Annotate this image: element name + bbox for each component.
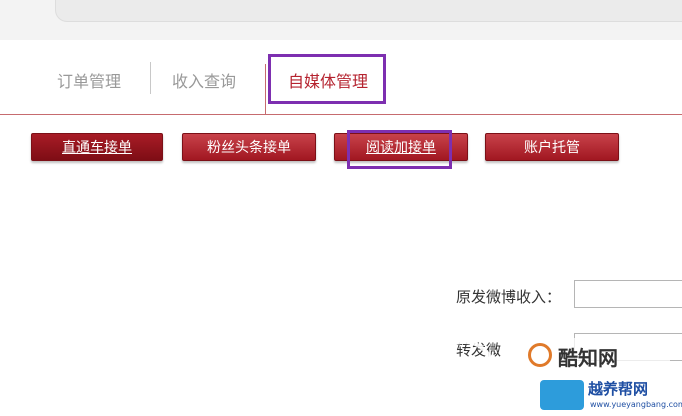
watermark-brand-text: 越养帮网	[588, 380, 649, 398]
account-custody-button[interactable]: 账户托管	[485, 133, 619, 161]
tab-self-media-management[interactable]: 自媒体管理	[288, 68, 368, 92]
original-weibo-income-label: 原发微博收入：	[456, 288, 562, 306]
original-weibo-income-input[interactable]	[574, 280, 682, 308]
tab-separator	[150, 62, 151, 94]
tab-underline	[0, 114, 682, 115]
tab-bar: 订单管理 收入查询 自媒体管理	[0, 40, 682, 116]
watermark-logo-icon	[528, 343, 552, 367]
direct-train-order-button[interactable]: 直通车接单	[31, 133, 163, 161]
watermark-logo-text: 酷知网	[558, 346, 618, 370]
tab-income-query[interactable]: 收入查询	[172, 68, 236, 92]
repost-weibo-income-label: 转发微	[456, 341, 502, 359]
watermark-brand-url: www.yueyangbang.com	[590, 400, 682, 409]
tab-order-management[interactable]: 订单管理	[57, 68, 121, 92]
read-plus-order-button[interactable]: 阅读加接单	[334, 133, 468, 161]
top-panel	[55, 0, 682, 22]
watermark-brand-icon	[540, 380, 584, 410]
fan-headline-order-button[interactable]: 粉丝头条接单	[182, 133, 316, 161]
tab-active-border	[265, 64, 266, 115]
top-banner	[0, 0, 682, 40]
